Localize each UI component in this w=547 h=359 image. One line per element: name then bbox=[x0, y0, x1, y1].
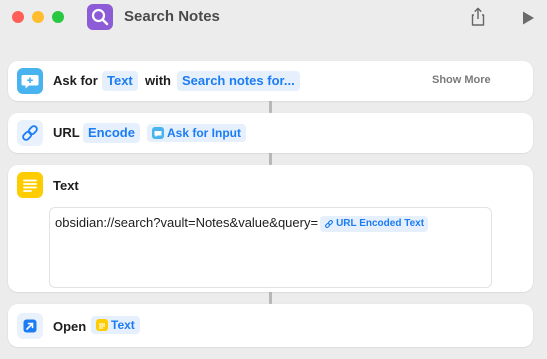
link-icon bbox=[17, 120, 43, 146]
variable-chip-label: Text bbox=[111, 318, 135, 332]
text-content-field[interactable]: obsidian://search?vault=Notes&value&quer… bbox=[49, 207, 492, 288]
close-window-button[interactable] bbox=[12, 11, 24, 23]
ask-input-mini-icon bbox=[152, 127, 164, 139]
action-label: Open bbox=[53, 319, 87, 334]
action-label: Text bbox=[53, 178, 79, 193]
variable-chip-label: URL Encoded Text bbox=[336, 218, 425, 229]
action-text[interactable]: Text obsidian://search?vault=Notes&value… bbox=[8, 165, 533, 292]
zoom-window-button[interactable] bbox=[52, 11, 64, 23]
variable-chip[interactable]: Text bbox=[91, 316, 140, 334]
share-icon[interactable] bbox=[467, 6, 489, 28]
text-content-value: obsidian://search?vault=Notes&value&quer… bbox=[55, 215, 319, 230]
action-label: URL bbox=[53, 125, 80, 140]
open-url-icon bbox=[17, 313, 43, 339]
input-type-param[interactable]: Text bbox=[102, 71, 138, 91]
variable-chip[interactable]: Ask for Input bbox=[147, 124, 246, 142]
action-ask-for-input[interactable]: Ask for Text with Search notes for... Sh… bbox=[8, 61, 533, 101]
ask-input-icon bbox=[17, 68, 43, 94]
play-icon[interactable] bbox=[519, 9, 537, 27]
text-lines-icon bbox=[17, 172, 43, 198]
prompt-param[interactable]: Search notes for... bbox=[177, 71, 300, 91]
connector-line bbox=[269, 101, 272, 113]
connector-line bbox=[269, 292, 272, 304]
text-content: obsidian://search?vault=Notes&value&quer… bbox=[55, 215, 429, 232]
connector-line bbox=[269, 153, 272, 165]
text-mini-icon bbox=[96, 319, 108, 331]
link-mini-icon bbox=[324, 219, 334, 229]
encode-mode-param[interactable]: Encode bbox=[83, 123, 140, 143]
magnifier-icon[interactable] bbox=[87, 4, 113, 30]
variable-chip[interactable]: URL Encoded Text bbox=[320, 216, 429, 232]
minimize-window-button[interactable] bbox=[32, 11, 44, 23]
variable-chip-label: Ask for Input bbox=[167, 126, 241, 140]
window-title: Search Notes bbox=[124, 8, 220, 25]
action-url-encode[interactable]: URL Encode Ask for Input bbox=[8, 113, 533, 153]
show-more-button[interactable]: Show More bbox=[432, 74, 491, 86]
title-bar: Search Notes bbox=[0, 0, 547, 36]
with-keyword: with bbox=[145, 73, 171, 88]
action-label: Ask for bbox=[53, 73, 98, 88]
action-open-url[interactable]: Open Text bbox=[8, 304, 533, 347]
